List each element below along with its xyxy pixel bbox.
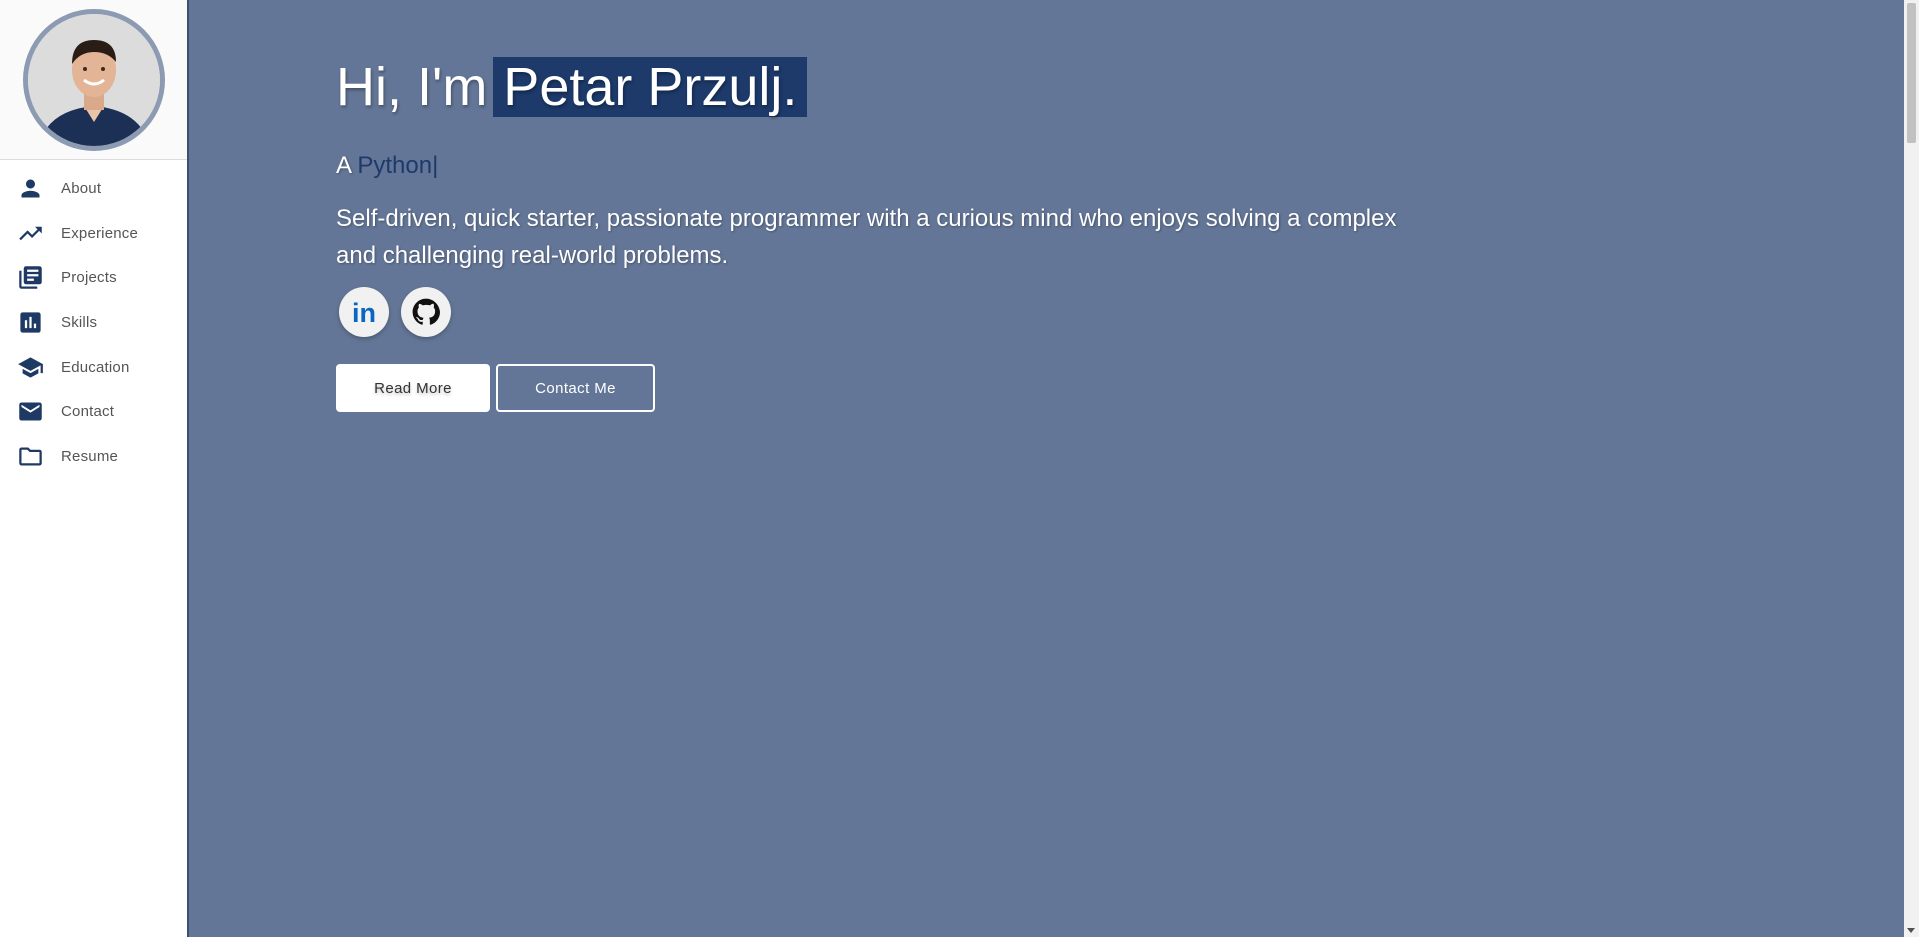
- sidebar-item-skills[interactable]: Skills: [0, 300, 187, 345]
- typed-text: Python: [357, 152, 433, 179]
- person-icon: [17, 175, 44, 202]
- scrollbar-thumb[interactable]: [1907, 3, 1916, 143]
- linkedin-icon: in: [352, 298, 376, 327]
- sidebar-nav: About Experience Projects Skills Educati…: [0, 160, 187, 479]
- social-links: in: [339, 287, 451, 337]
- folder-icon: [17, 443, 44, 470]
- sidebar-item-label: Education: [61, 358, 130, 376]
- sidebar-item-label: Experience: [61, 224, 139, 242]
- github-icon: [412, 298, 440, 325]
- scroll-down-arrow-icon[interactable]: [1907, 928, 1915, 933]
- sidebar-item-education[interactable]: Education: [0, 345, 187, 390]
- avatar: [22, 8, 165, 151]
- sidebar-item-projects[interactable]: Projects: [0, 255, 187, 300]
- typed-cursor: |: [432, 152, 439, 179]
- school-icon: [17, 354, 44, 381]
- page-scrollbar[interactable]: [1904, 0, 1919, 937]
- mail-icon: [17, 398, 44, 425]
- hero-description: Self-driven, quick starter, passionate p…: [336, 205, 1397, 269]
- read-more-button[interactable]: Read More: [336, 364, 490, 412]
- sidebar-item-label: Skills: [61, 313, 98, 331]
- github-link[interactable]: [401, 287, 451, 337]
- linkedin-label: in: [352, 298, 376, 327]
- library-books-icon: [17, 264, 44, 291]
- sidebar-item-resume[interactable]: Resume: [0, 434, 187, 479]
- linkedin-link[interactable]: in: [339, 287, 389, 337]
- hero-subtitle: A Python|: [336, 152, 438, 180]
- sidebar-item-label: About: [61, 179, 102, 197]
- sidebar-item-label: Contact: [61, 403, 115, 421]
- hero-greeting: Hi, I'm: [336, 57, 488, 117]
- hero-title: Hi, I'm Petar Przulj.: [336, 56, 808, 118]
- sidebar-item-experience[interactable]: Experience: [0, 211, 187, 256]
- sidebar-item-label: Projects: [61, 269, 117, 287]
- sidebar: About Experience Projects Skills Educati…: [0, 0, 189, 937]
- sidebar-item-about[interactable]: About: [0, 166, 187, 211]
- hero-actions: Read More Contact Me: [336, 364, 655, 412]
- trending-up-icon: [17, 220, 44, 247]
- avatar-container: [0, 0, 187, 160]
- sidebar-item-contact[interactable]: Contact: [0, 389, 187, 434]
- subtitle-prefix: A: [336, 152, 351, 179]
- bar-chart-icon: [17, 309, 44, 336]
- contact-me-button[interactable]: Contact Me: [496, 364, 655, 412]
- hero-name: Petar Przulj.: [493, 57, 808, 117]
- sidebar-item-label: Resume: [61, 447, 119, 465]
